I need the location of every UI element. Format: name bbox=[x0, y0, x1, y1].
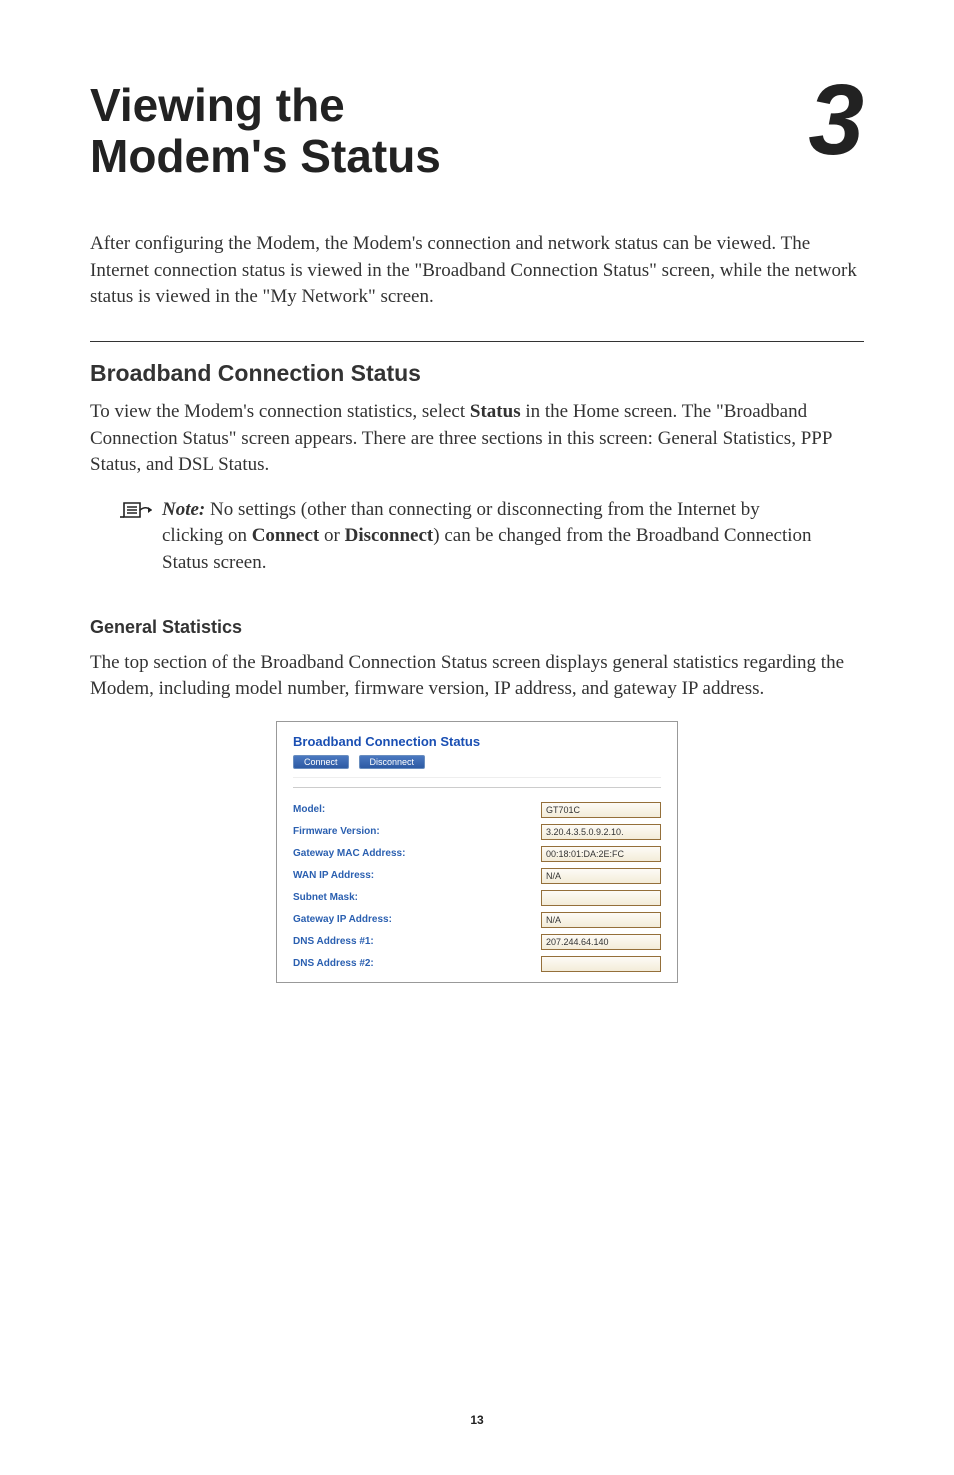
panel-label: DNS Address #2: bbox=[293, 958, 374, 969]
panel-row-firmware: Firmware Version: 3.20.4.3.5.0.9.2.10. bbox=[293, 824, 661, 840]
section2-paragraph: The top section of the Broadband Connect… bbox=[90, 650, 864, 703]
disconnect-button[interactable]: Disconnect bbox=[359, 755, 426, 769]
panel-row-dns2: DNS Address #2: bbox=[293, 956, 661, 972]
panel-value bbox=[541, 890, 661, 906]
panel-row-mac: Gateway MAC Address: 00:18:01:DA:2E:FC bbox=[293, 846, 661, 862]
panel-title: Broadband Connection Status bbox=[293, 734, 661, 749]
text-fragment: To view the Modem's connection statistic… bbox=[90, 401, 470, 422]
panel-separator bbox=[293, 787, 661, 788]
page-number: 13 bbox=[0, 1413, 954, 1427]
panel-label: Gateway MAC Address: bbox=[293, 848, 405, 859]
panel-row-model: Model: GT701C bbox=[293, 802, 661, 818]
document-page: Viewing the Modem's Status 3 After confi… bbox=[0, 0, 954, 1475]
panel-value bbox=[541, 956, 661, 972]
panel-value: 207.244.64.140 bbox=[541, 934, 661, 950]
title-row: Viewing the Modem's Status 3 bbox=[90, 80, 864, 181]
note-label: Note: bbox=[162, 499, 205, 520]
connect-button[interactable]: Connect bbox=[293, 755, 349, 769]
section-divider bbox=[90, 341, 864, 342]
panel-value: 3.20.4.3.5.0.9.2.10. bbox=[541, 824, 661, 840]
section-heading-broadband: Broadband Connection Status bbox=[90, 360, 864, 387]
panel-row-dns1: DNS Address #1: 207.244.64.140 bbox=[293, 934, 661, 950]
section1-paragraph: To view the Modem's connection statistic… bbox=[90, 399, 864, 479]
panel-label: DNS Address #1: bbox=[293, 936, 374, 947]
panel-value: N/A bbox=[541, 912, 661, 928]
panel-row-wan-ip: WAN IP Address: N/A bbox=[293, 868, 661, 884]
section-heading-general-stats: General Statistics bbox=[90, 617, 864, 638]
panel-value: GT701C bbox=[541, 802, 661, 818]
panel-label: WAN IP Address: bbox=[293, 870, 374, 881]
panel-label: Firmware Version: bbox=[293, 826, 380, 837]
note-text: Note: No settings (other than connecting… bbox=[162, 497, 824, 577]
panel-label: Model: bbox=[293, 804, 325, 815]
bold-status: Status bbox=[470, 401, 521, 422]
chapter-number: 3 bbox=[808, 80, 864, 160]
bold-connect: Connect bbox=[252, 525, 320, 546]
panel-label: Gateway IP Address: bbox=[293, 914, 392, 925]
title-line-1: Viewing the bbox=[90, 79, 345, 131]
panel-button-row: Connect Disconnect bbox=[293, 755, 661, 769]
note-block: Note: No settings (other than connecting… bbox=[120, 497, 864, 577]
panel-row-subnet: Subnet Mask: bbox=[293, 890, 661, 906]
panel-value: 00:18:01:DA:2E:FC bbox=[541, 846, 661, 862]
panel-row-gateway-ip: Gateway IP Address: N/A bbox=[293, 912, 661, 928]
intro-paragraph: After configuring the Modem, the Modem's… bbox=[90, 231, 864, 311]
status-panel: Broadband Connection Status Connect Disc… bbox=[276, 721, 678, 983]
note-icon bbox=[120, 499, 154, 526]
panel-label: Subnet Mask: bbox=[293, 892, 358, 903]
panel-value: N/A bbox=[541, 868, 661, 884]
title-line-2: Modem's Status bbox=[90, 130, 441, 182]
chapter-title: Viewing the Modem's Status bbox=[90, 80, 441, 181]
bold-disconnect: Disconnect bbox=[345, 525, 434, 546]
text-fragment: or bbox=[319, 525, 344, 546]
